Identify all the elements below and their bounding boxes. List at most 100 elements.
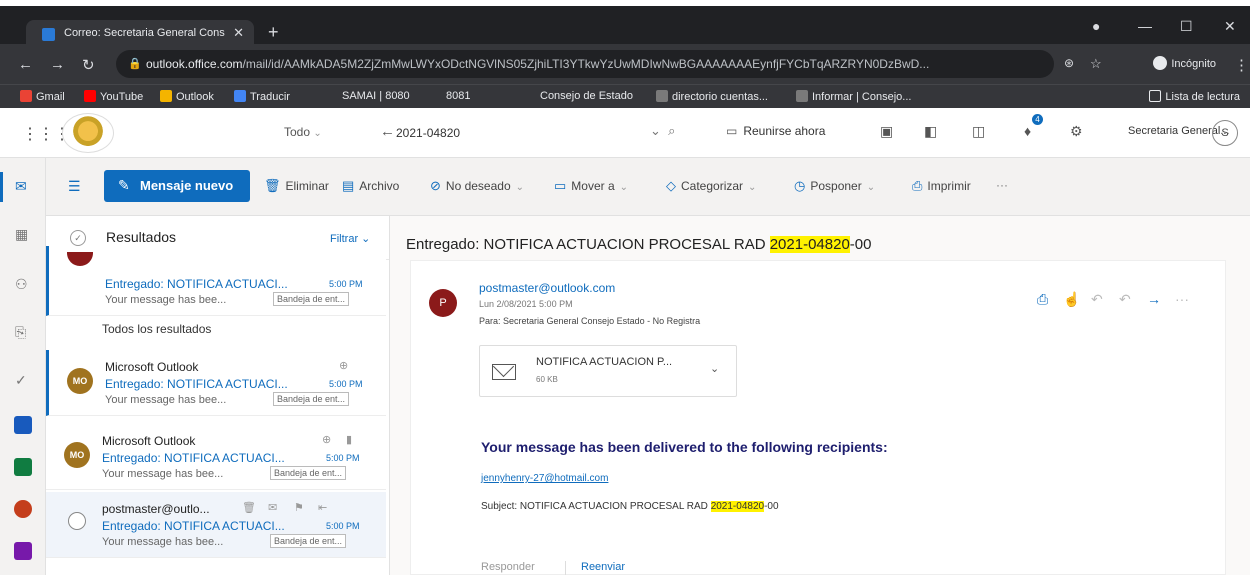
- excel-icon[interactable]: [14, 458, 32, 476]
- select-radio[interactable]: [68, 512, 86, 530]
- attachment-icon[interactable]: ⎘: [15, 324, 26, 341]
- maximize-icon[interactable]: ☐: [1180, 18, 1193, 35]
- youtube-icon: [84, 90, 96, 102]
- tab-close-icon[interactable]: ✕: [233, 25, 244, 41]
- bookmark-youtube[interactable]: YouTube: [84, 90, 143, 103]
- more-actions-icon[interactable]: ···: [1175, 291, 1189, 307]
- chevron-down-icon: ⌄: [361, 233, 371, 245]
- people-icon[interactable]: ⚇: [15, 276, 28, 293]
- flag-icon[interactable]: ⚑: [294, 501, 304, 514]
- archive-button[interactable]: ▤ Archivo: [342, 178, 399, 194]
- message-card: P postmaster@outlook.com Lun 2/08/2021 5…: [410, 260, 1226, 575]
- move-to-button[interactable]: ▭ Mover a ⌄: [554, 178, 628, 194]
- more-commands-button[interactable]: ···: [996, 178, 1008, 192]
- reload-icon[interactable]: ↻: [82, 56, 95, 74]
- attachment-name: NOTIFICA ACTUACION P...: [536, 356, 673, 368]
- todo-check-icon[interactable]: ✓: [15, 372, 27, 389]
- forward-icon[interactable]: →: [50, 56, 65, 73]
- list-item[interactable]: postmaster@outlo... 🗑 ✉ ⚑ ⇤ Entregado: N…: [46, 492, 386, 558]
- list-item[interactable]: MO Microsoft Outlook ⊕ Entregado: NOTIFI…: [46, 350, 386, 416]
- bookmark-outlook[interactable]: Outlook: [160, 90, 214, 103]
- account-avatar[interactable]: S: [1212, 120, 1238, 146]
- bookmark-consejo-estado[interactable]: Consejo de Estado: [540, 90, 633, 102]
- outlook-favicon-icon: [42, 28, 55, 41]
- my-day-icon[interactable]: ◫: [972, 123, 985, 140]
- command-bar: ☰ ✎ Mensaje nuevo 🗑 Eliminar ▤ Archivo ⊘ No…: [46, 158, 1250, 216]
- chevron-down-icon[interactable]: ⌄: [710, 362, 719, 375]
- search-options[interactable]: ⌄ ⌕: [650, 123, 675, 139]
- new-tab-button[interactable]: +: [268, 22, 279, 43]
- gmail-icon: [20, 90, 32, 102]
- reading-list[interactable]: Lista de lectura: [1149, 90, 1240, 103]
- like-icon[interactable]: ☝: [1063, 291, 1080, 308]
- bookmark-informar[interactable]: Informar | Consejo...: [796, 90, 911, 103]
- pin-icon[interactable]: ⇤: [318, 501, 327, 514]
- select-all-checkbox[interactable]: ✓: [70, 230, 86, 246]
- organization-logo: [62, 113, 114, 153]
- mail-icon[interactable]: ✉: [15, 178, 27, 195]
- message-time: 5:00 PM: [326, 453, 360, 463]
- clock-icon: ◷: [794, 178, 806, 193]
- archive-icon: ▤: [342, 178, 355, 193]
- sender-avatar: MO: [67, 368, 93, 394]
- forward-button[interactable]: Reenviar: [581, 561, 625, 573]
- recipient-link[interactable]: jennyhenry-27@hotmail.com: [481, 473, 608, 484]
- back-icon[interactable]: ←: [18, 56, 33, 73]
- calendar-icon[interactable]: ▦: [15, 226, 28, 243]
- forward-icon[interactable]: →: [1147, 291, 1161, 307]
- bookmark-traducir[interactable]: Traducir: [234, 90, 290, 103]
- back-arrow-icon[interactable]: ←: [380, 123, 395, 140]
- onenote-app-icon[interactable]: [14, 542, 32, 560]
- delete-button[interactable]: 🗑 Eliminar: [264, 178, 329, 194]
- onenote-icon[interactable]: ◧: [924, 123, 937, 140]
- sender-address[interactable]: postmaster@outlook.com: [479, 281, 615, 295]
- incognito-indicator[interactable]: Incógnito: [1153, 56, 1216, 70]
- rail-selection-indicator: [0, 172, 3, 202]
- url-host: outlook.office.com: [146, 57, 243, 71]
- powerpoint-icon[interactable]: [14, 500, 32, 518]
- bookmark-star-icon[interactable]: ☆: [1090, 56, 1102, 72]
- profile-dot-icon[interactable]: ●: [1092, 18, 1100, 34]
- chevron-down-icon: ⌄: [515, 182, 525, 193]
- bookmark-samai-8080[interactable]: SAMAI | 8080: [342, 90, 410, 102]
- reply-button[interactable]: Responder: [481, 561, 535, 573]
- junk-button[interactable]: ⊘ No deseado ⌄: [430, 178, 524, 194]
- filter-button[interactable]: Filtrar ⌄: [330, 232, 370, 245]
- word-icon[interactable]: [14, 416, 32, 434]
- meet-now-button[interactable]: ▭ Reunirse ahora: [726, 124, 825, 138]
- section-header: Todos los resultados: [102, 322, 212, 336]
- teams-chat-icon[interactable]: ▣: [880, 123, 893, 140]
- snooze-button[interactable]: ◷ Posponer ⌄: [794, 178, 875, 194]
- bookmark-gmail[interactable]: Gmail: [20, 90, 65, 103]
- reply-all-icon[interactable]: ↶: [1119, 291, 1131, 308]
- window-close-icon[interactable]: ✕: [1224, 18, 1236, 35]
- list-item[interactable]: Entregado: NOTIFICA ACTUACI... 5:00 PM Y…: [46, 246, 386, 316]
- delete-icon[interactable]: 🗑: [242, 501, 256, 514]
- search-scope-dropdown[interactable]: Todo ⌄: [284, 125, 322, 139]
- bookmark-8081[interactable]: 8081: [446, 90, 470, 102]
- search-icon[interactable]: ⌕: [668, 123, 675, 138]
- lock-icon: 🔒: [128, 58, 142, 70]
- bookmark-directorio[interactable]: directorio cuentas...: [656, 90, 768, 103]
- print-button[interactable]: ⎙ Imprimir: [912, 178, 971, 194]
- address-bar[interactable]: 🔒 outlook.office.com/mail/id/AAMkADA5M2Z…: [116, 50, 1054, 78]
- settings-icon[interactable]: ⚙: [1070, 123, 1083, 140]
- bookmarks-bar: Gmail YouTube Outlook Traducir SAMAI | 8…: [0, 84, 1250, 108]
- reply-icon[interactable]: ↶: [1091, 291, 1103, 308]
- notifications-bell-icon[interactable]: ♦: [1024, 123, 1031, 139]
- minimize-icon[interactable]: —: [1138, 18, 1152, 34]
- print-icon[interactable]: ⎙: [1037, 291, 1048, 308]
- browser-menu-icon[interactable]: ⋮: [1234, 56, 1249, 74]
- hamburger-menu-icon[interactable]: ☰: [68, 178, 81, 195]
- list-item[interactable]: MO Microsoft Outlook ⊕ ▮ Entregado: NOTI…: [46, 424, 386, 490]
- search-input[interactable]: ← 2021-04820: [380, 120, 690, 146]
- attachment-card[interactable]: NOTIFICA ACTUACION P... 60 KB ⌄: [479, 345, 737, 397]
- compose-icon: ✎: [118, 177, 130, 193]
- chevron-down-icon: ⌄: [313, 128, 322, 139]
- message-preview: Your message has bee...: [102, 468, 224, 480]
- mark-read-icon[interactable]: ✉: [268, 501, 277, 514]
- categorize-button[interactable]: ◇ Categorizar ⌄: [666, 178, 756, 194]
- extension-icon[interactable]: ⊛: [1064, 56, 1074, 70]
- message-subject: Entregado: NOTIFICA ACTUACI...: [102, 519, 285, 533]
- new-message-button[interactable]: ✎ Mensaje nuevo: [104, 170, 250, 202]
